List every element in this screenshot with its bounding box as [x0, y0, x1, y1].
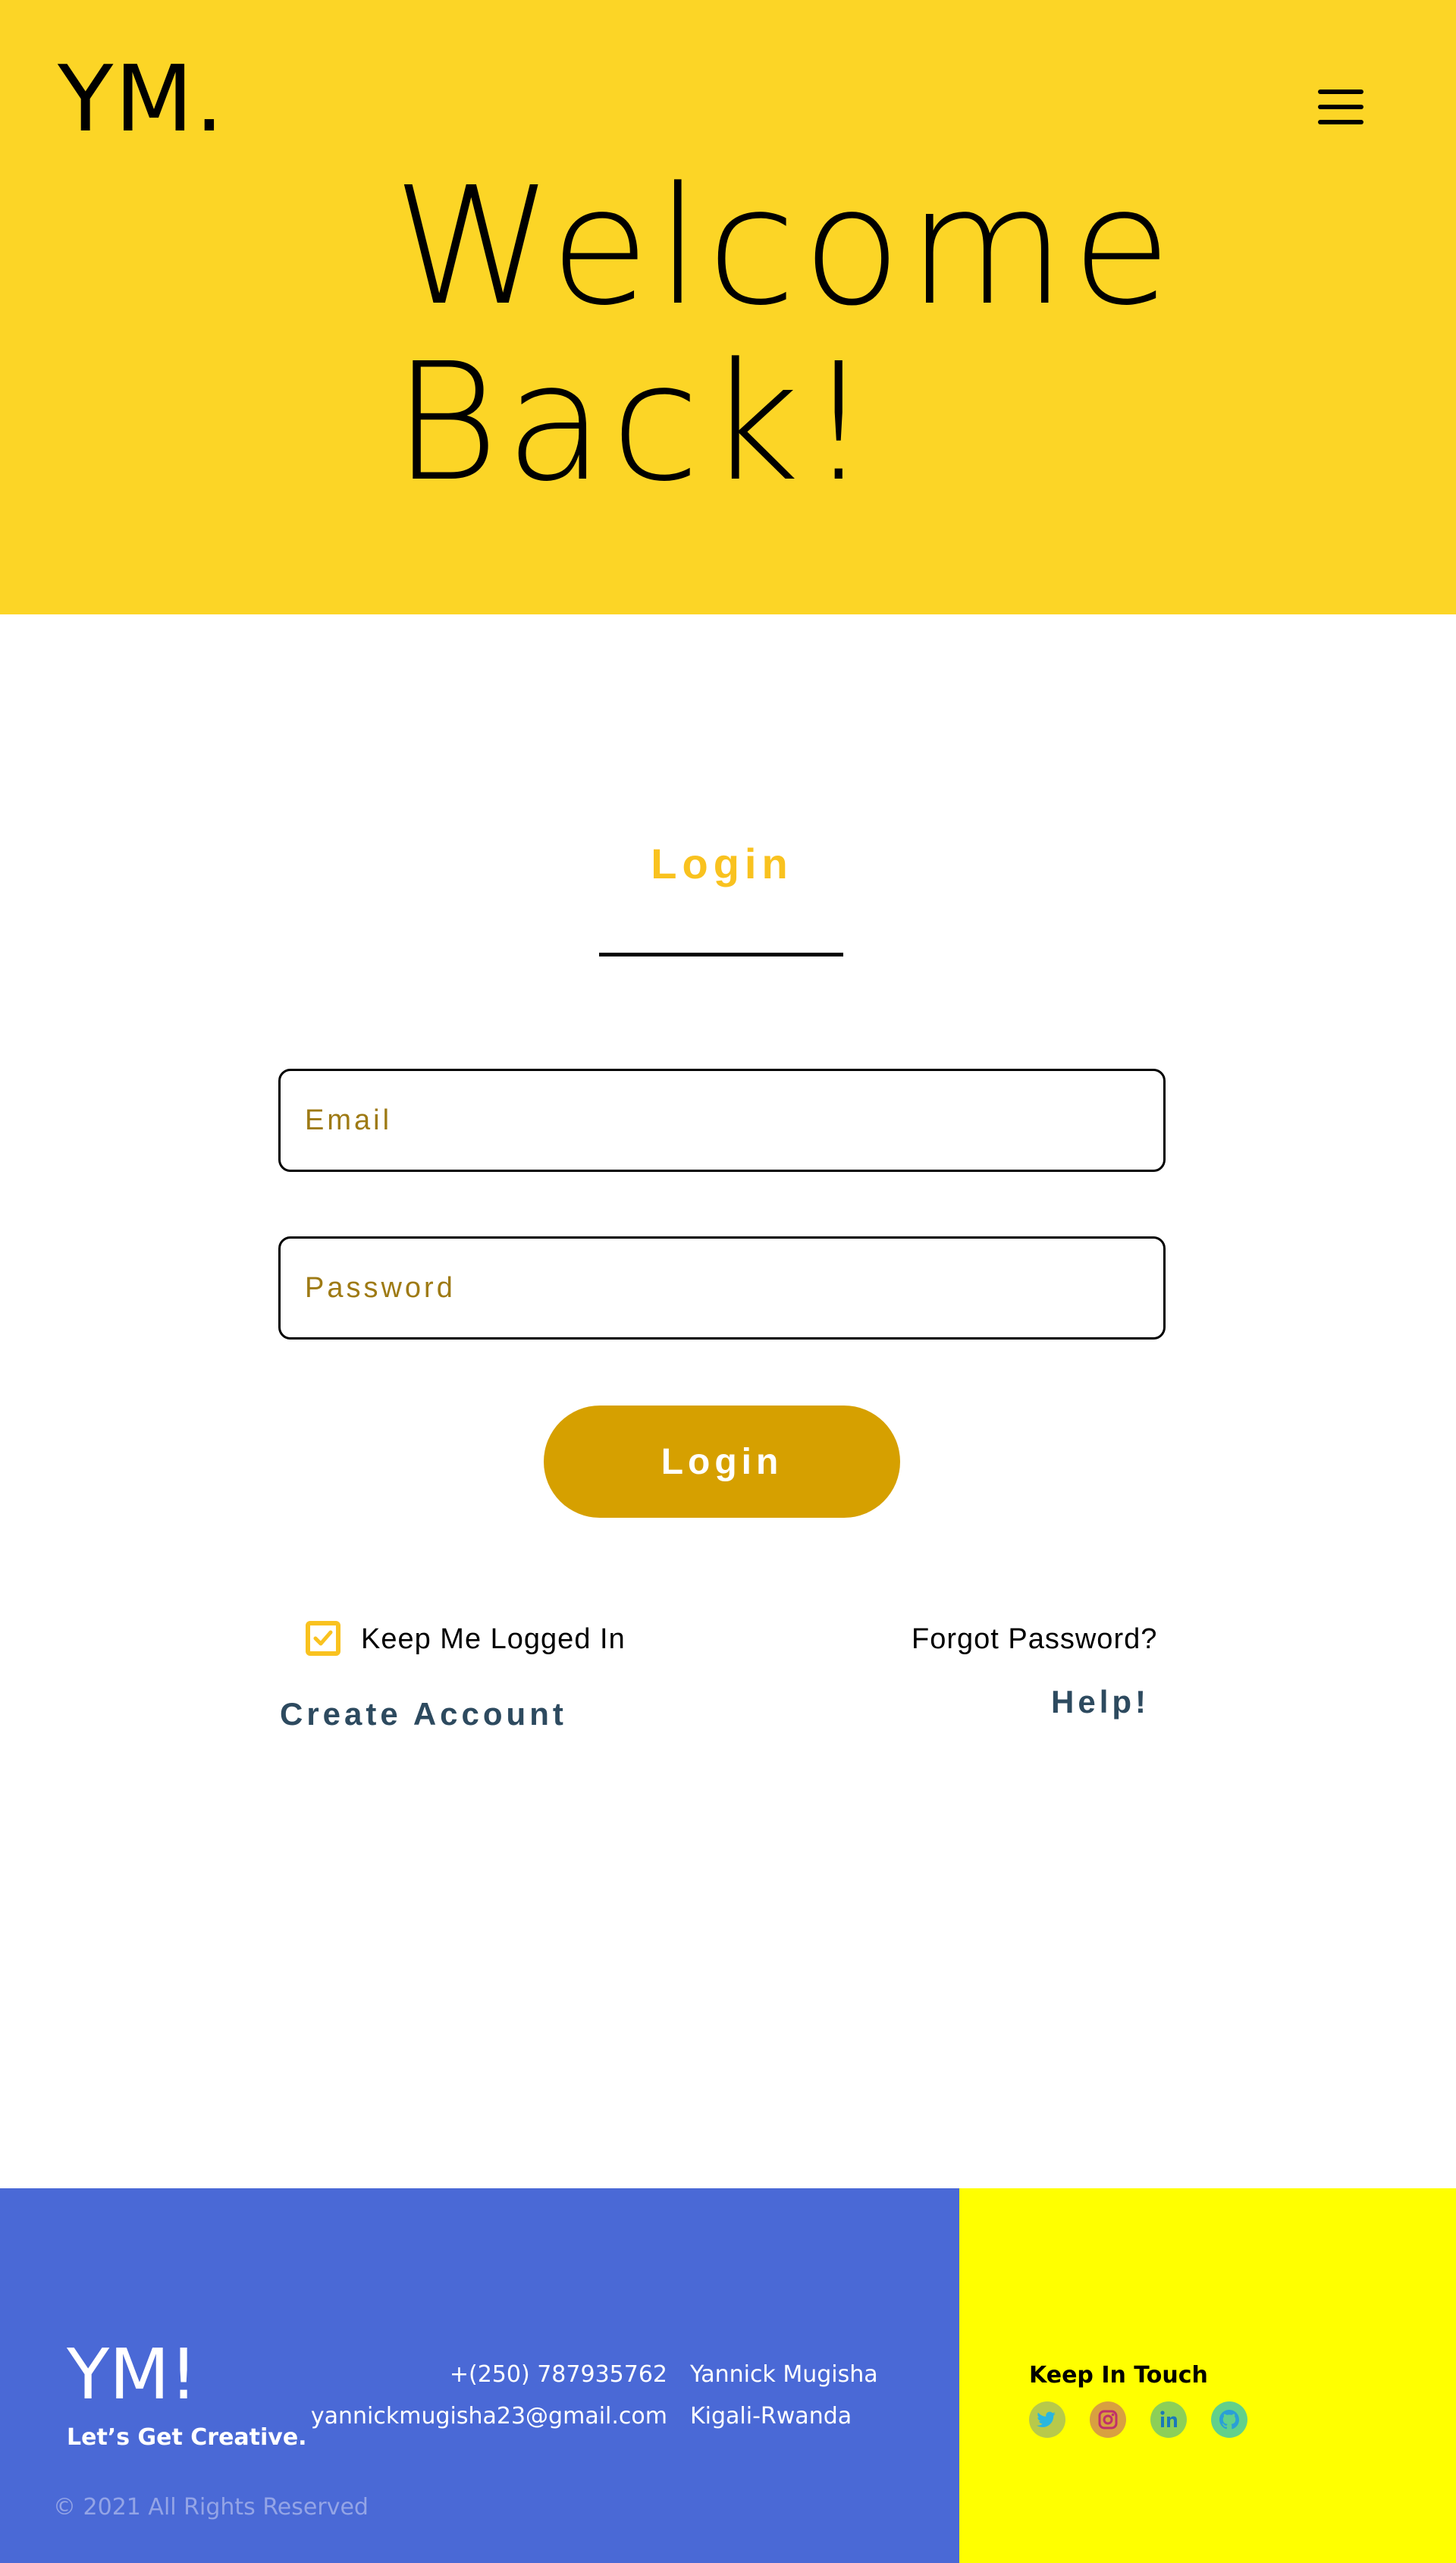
site-logo[interactable]: YM. [58, 55, 225, 146]
hamburger-menu-icon[interactable] [1318, 90, 1363, 124]
footer-logo: YM! [67, 2334, 198, 2415]
checkmark-icon [313, 1630, 333, 1646]
hero-line-1: Welcome [393, 152, 1178, 341]
login-title: Login [651, 840, 793, 887]
title-underline [599, 953, 843, 956]
footer-location: Kigali-Rwanda [690, 2403, 852, 2430]
keep-logged-in-label[interactable]: Keep Me Logged In [361, 1623, 626, 1656]
github-icon[interactable] [1211, 2401, 1247, 2438]
email-field[interactable] [278, 1069, 1166, 1172]
hero-line-2: Back! [393, 328, 877, 517]
help-link[interactable]: Help! [1051, 1684, 1150, 1720]
keep-in-touch-heading: Keep In Touch [1029, 2362, 1208, 2389]
login-button[interactable]: Login [544, 1406, 900, 1518]
keep-logged-in-checkbox[interactable] [306, 1621, 340, 1656]
hero-header: YM. Welcome Back! [0, 0, 1456, 614]
create-account-link[interactable]: Create Account [280, 1696, 567, 1732]
email-input[interactable] [281, 1071, 1163, 1170]
forgot-password-link[interactable]: Forgot Password? [912, 1623, 1157, 1656]
footer-tagline: Let’s Get Creative. [67, 2424, 307, 2451]
footer-copyright: © 2021 All Rights Reserved [53, 2494, 369, 2521]
footer-name: Yannick Mugisha [690, 2361, 878, 2388]
password-field[interactable] [278, 1236, 1166, 1340]
hero-heading: Welcome Back! [393, 159, 1178, 511]
footer-email: yannickmugisha23@gmail.com [310, 2403, 667, 2430]
footer-phone: +(250) 787935762 [449, 2361, 667, 2388]
instagram-icon[interactable] [1090, 2401, 1126, 2438]
twitter-icon[interactable] [1029, 2401, 1065, 2438]
password-input[interactable] [281, 1239, 1163, 1337]
linkedin-icon[interactable] [1150, 2401, 1187, 2438]
